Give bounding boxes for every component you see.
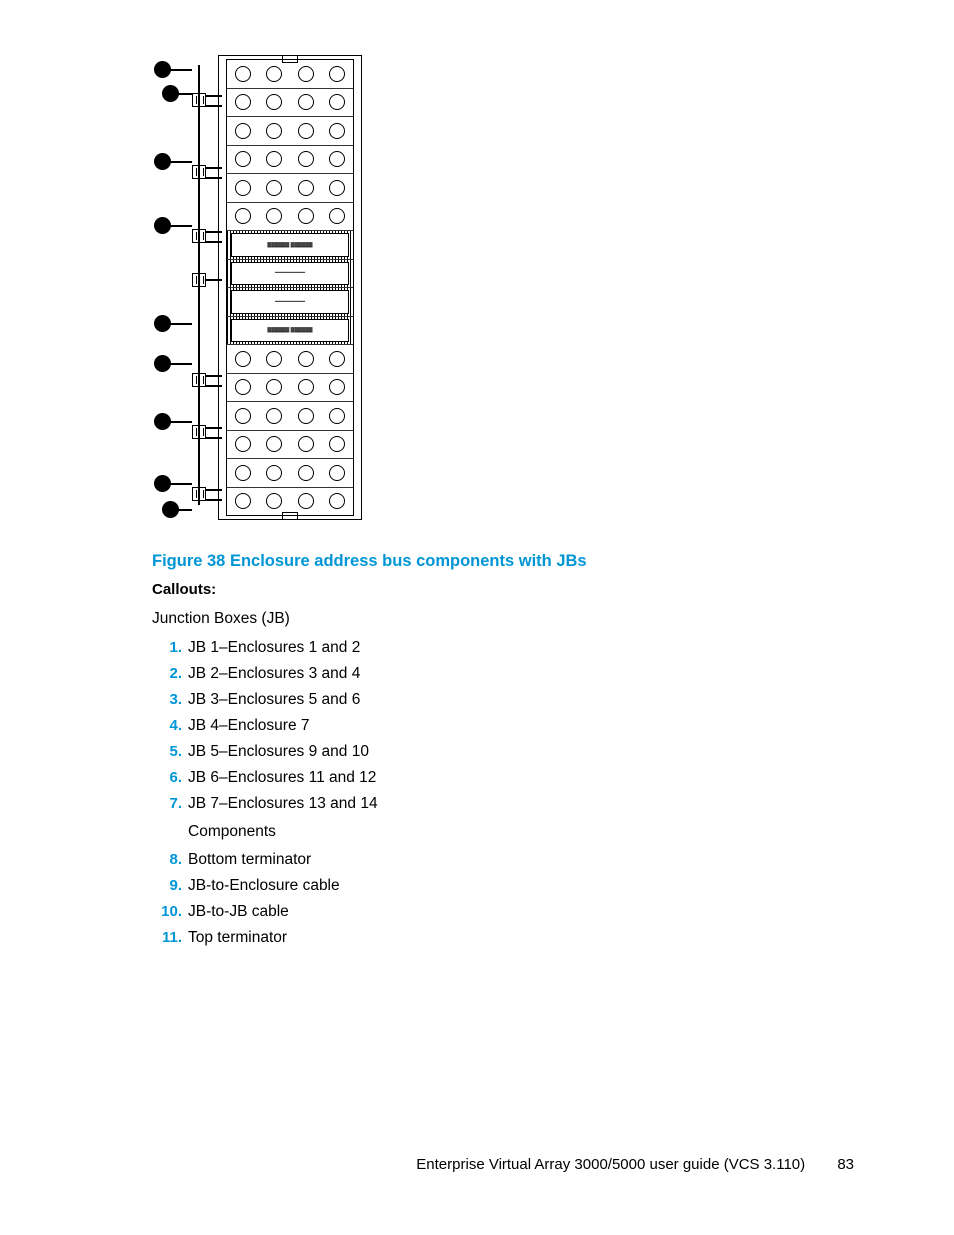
callout-text: JB 6–Enclosures 11 and 12 bbox=[188, 766, 376, 790]
callout-num: 10. bbox=[152, 900, 188, 923]
callout-num: 4. bbox=[152, 714, 188, 737]
callout-dot-4 bbox=[154, 217, 171, 234]
callout-text: JB 4–Enclosure 7 bbox=[188, 714, 310, 738]
callout-num: 11. bbox=[152, 926, 188, 949]
callout-dot-3 bbox=[154, 153, 171, 170]
jb-intro-text: Junction Boxes (JB) bbox=[152, 610, 859, 628]
rack-enclosures: ▓▓▓▓▓▓ ▓▓▓▓▓▓ ━━━━━━━━━━ ━━━━━━━━━━ ▓▓▓▓… bbox=[226, 59, 354, 516]
callout-text: Bottom terminator bbox=[188, 848, 311, 872]
callout-dot-6 bbox=[154, 355, 171, 372]
callout-dot-7 bbox=[154, 413, 171, 430]
callout-dot-9 bbox=[162, 501, 179, 518]
callout-num: 1. bbox=[152, 636, 188, 659]
callout-list: 1.JB 1–Enclosures 1 and 2 2.JB 2–Enclosu… bbox=[152, 636, 859, 950]
callout-text: JB 3–Enclosures 5 and 6 bbox=[188, 688, 360, 712]
callout-num: 9. bbox=[152, 874, 188, 897]
callout-num: 2. bbox=[152, 662, 188, 685]
components-subhead: Components bbox=[188, 820, 276, 844]
callout-dot-5 bbox=[154, 315, 171, 332]
callout-text: JB-to-JB cable bbox=[188, 900, 289, 924]
footer-text: Enterprise Virtual Array 3000/5000 user … bbox=[416, 1156, 805, 1173]
callout-text: JB 5–Enclosures 9 and 10 bbox=[188, 740, 369, 764]
page-footer: Enterprise Virtual Array 3000/5000 user … bbox=[0, 1156, 954, 1173]
callout-num: 6. bbox=[152, 766, 188, 789]
callout-num: 8. bbox=[152, 848, 188, 871]
callout-text: Top terminator bbox=[188, 926, 287, 950]
callout-text: JB 7–Enclosures 13 and 14 bbox=[188, 792, 378, 816]
callout-num: 5. bbox=[152, 740, 188, 763]
figure-diagram: ▓▓▓▓▓▓ ▓▓▓▓▓▓ ━━━━━━━━━━ ━━━━━━━━━━ ▓▓▓▓… bbox=[152, 55, 362, 520]
callout-num: 7. bbox=[152, 792, 188, 815]
callout-num: 3. bbox=[152, 688, 188, 711]
page-number: 83 bbox=[837, 1156, 854, 1173]
figure-caption: Figure 38 Enclosure address bus componen… bbox=[152, 552, 859, 571]
callout-dot-8 bbox=[154, 475, 171, 492]
callout-text: JB 2–Enclosures 3 and 4 bbox=[188, 662, 360, 686]
callout-text: JB 1–Enclosures 1 and 2 bbox=[188, 636, 360, 660]
callouts-label: Callouts: bbox=[152, 581, 859, 598]
callout-text: JB-to-Enclosure cable bbox=[188, 874, 340, 898]
callout-dot-1 bbox=[154, 61, 171, 78]
callout-dot-2 bbox=[162, 85, 179, 102]
